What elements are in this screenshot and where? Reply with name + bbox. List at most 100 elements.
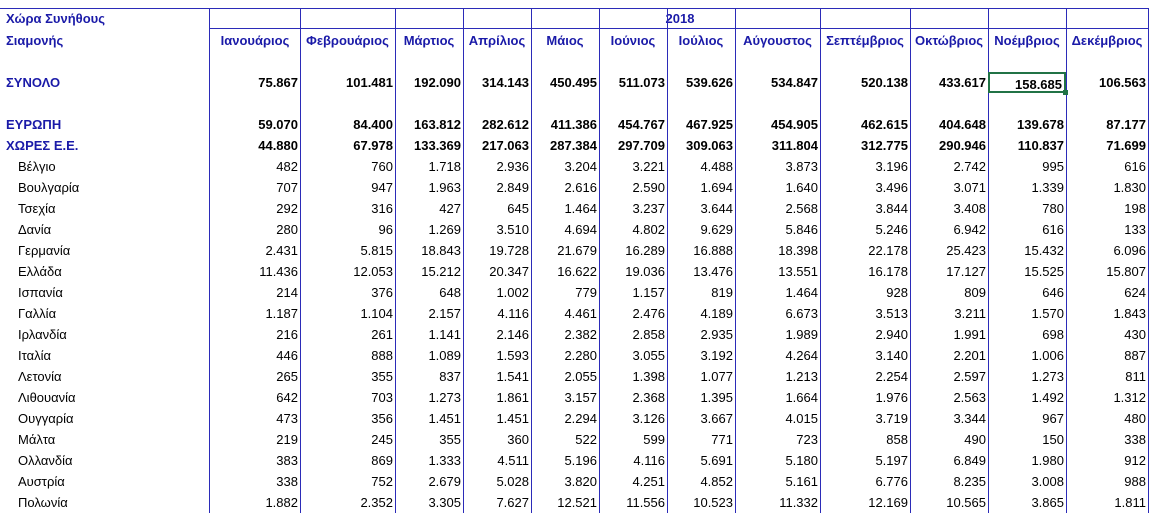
row-label[interactable]: Ελλάδα [18,261,218,282]
table-cell[interactable]: 311.804 [735,135,820,156]
table-cell[interactable]: 2.368 [599,387,667,408]
selected-cell[interactable]: 158.685 [988,72,1066,93]
table-cell[interactable]: 2.742 [910,156,988,177]
table-cell[interactable]: 12.053 [300,261,395,282]
table-cell[interactable]: 84.400 [300,114,395,135]
table-cell[interactable]: 13.476 [667,261,735,282]
table-cell[interactable]: 245 [300,429,395,450]
table-cell[interactable]: 44.880 [210,135,300,156]
row-label[interactable]: Ιρλανδία [18,324,218,345]
table-cell[interactable]: 433.617 [910,72,988,93]
row-label[interactable]: Ουγγαρία [18,408,218,429]
table-cell[interactable]: 3.719 [820,408,910,429]
table-cell[interactable]: 1.640 [735,177,820,198]
table-cell[interactable]: 2.201 [910,345,988,366]
table-cell[interactable]: 811 [1066,366,1148,387]
table-cell[interactable]: 480 [1066,408,1148,429]
table-cell[interactable]: 599 [599,429,667,450]
table-cell[interactable]: 1.593 [463,345,531,366]
table-cell[interactable]: 1.991 [910,324,988,345]
table-cell[interactable]: 3.204 [531,156,599,177]
table-cell[interactable]: 809 [910,282,988,303]
table-cell[interactable]: 642 [210,387,300,408]
table-cell[interactable]: 19.036 [599,261,667,282]
table-cell[interactable]: 13.551 [735,261,820,282]
table-cell[interactable]: 4.802 [599,219,667,240]
table-cell[interactable]: 752 [300,471,395,492]
table-cell[interactable]: 995 [988,156,1066,177]
table-cell[interactable]: 912 [1066,450,1148,471]
table-cell[interactable]: 4.015 [735,408,820,429]
table-cell[interactable]: 723 [735,429,820,450]
table-cell[interactable]: 133.369 [395,135,463,156]
table-cell[interactable]: 18.843 [395,240,463,261]
table-cell[interactable]: 1.395 [667,387,735,408]
table-cell[interactable]: 59.070 [210,114,300,135]
table-cell[interactable]: 290.946 [910,135,988,156]
table-cell[interactable]: 1.273 [988,366,1066,387]
table-cell[interactable]: 10.523 [667,492,735,513]
month-header-0[interactable]: Ιανουάριος [210,30,300,51]
row-label[interactable]: ΧΩΡΕΣ Ε.Ε. [6,135,206,156]
row-label[interactable]: Μάλτα [18,429,218,450]
table-cell[interactable]: 2.055 [531,366,599,387]
month-header-7[interactable]: Αύγουστος [735,30,820,51]
table-cell[interactable]: 282.612 [463,114,531,135]
table-cell[interactable]: 217.063 [463,135,531,156]
table-cell[interactable]: 1.694 [667,177,735,198]
table-cell[interactable]: 1.664 [735,387,820,408]
table-cell[interactable]: 15.432 [988,240,1066,261]
row-label[interactable]: Τσεχία [18,198,218,219]
table-cell[interactable]: 928 [820,282,910,303]
table-cell[interactable]: 6.096 [1066,240,1148,261]
table-cell[interactable]: 4.488 [667,156,735,177]
table-cell[interactable]: 1.541 [463,366,531,387]
table-cell[interactable]: 1.980 [988,450,1066,471]
table-cell[interactable]: 4.189 [667,303,735,324]
table-cell[interactable]: 11.556 [599,492,667,513]
table-cell[interactable]: 473 [210,408,300,429]
table-cell[interactable]: 3.055 [599,345,667,366]
table-cell[interactable]: 16.178 [820,261,910,282]
table-cell[interactable]: 780 [988,198,1066,219]
table-cell[interactable]: 4.251 [599,471,667,492]
table-cell[interactable]: 1.976 [820,387,910,408]
table-cell[interactable]: 511.073 [599,72,667,93]
table-cell[interactable]: 2.294 [531,408,599,429]
table-cell[interactable]: 338 [210,471,300,492]
table-cell[interactable]: 3.157 [531,387,599,408]
table-cell[interactable]: 2.254 [820,366,910,387]
table-cell[interactable]: 648 [395,282,463,303]
table-cell[interactable]: 539.626 [667,72,735,93]
table-cell[interactable]: 1.273 [395,387,463,408]
table-cell[interactable]: 6.776 [820,471,910,492]
table-cell[interactable]: 3.820 [531,471,599,492]
table-cell[interactable]: 1.464 [735,282,820,303]
table-cell[interactable]: 2.568 [735,198,820,219]
row-label[interactable]: Βέλγιο [18,156,218,177]
table-cell[interactable]: 520.138 [820,72,910,93]
row-label[interactable]: Ολλανδία [18,450,218,471]
table-cell[interactable]: 427 [395,198,463,219]
table-cell[interactable]: 2.382 [531,324,599,345]
table-cell[interactable]: 2.597 [910,366,988,387]
table-cell[interactable]: 3.644 [667,198,735,219]
table-cell[interactable]: 707 [210,177,300,198]
table-cell[interactable]: 297.709 [599,135,667,156]
table-cell[interactable]: 450.495 [531,72,599,93]
table-cell[interactable]: 703 [300,387,395,408]
table-cell[interactable]: 1.213 [735,366,820,387]
table-cell[interactable]: 3.873 [735,156,820,177]
table-cell[interactable]: 2.616 [531,177,599,198]
table-cell[interactable]: 261 [300,324,395,345]
row-label[interactable]: Βουλγαρία [18,177,218,198]
header-label-line1[interactable]: Χώρα Συνήθους [6,8,206,29]
table-cell[interactable]: 2.590 [599,177,667,198]
table-cell[interactable]: 360 [463,429,531,450]
table-cell[interactable]: 376 [300,282,395,303]
table-cell[interactable]: 3.008 [988,471,1066,492]
table-cell[interactable]: 534.847 [735,72,820,93]
table-cell[interactable]: 771 [667,429,735,450]
row-label[interactable]: Λιθουανία [18,387,218,408]
table-cell[interactable]: 1.002 [463,282,531,303]
